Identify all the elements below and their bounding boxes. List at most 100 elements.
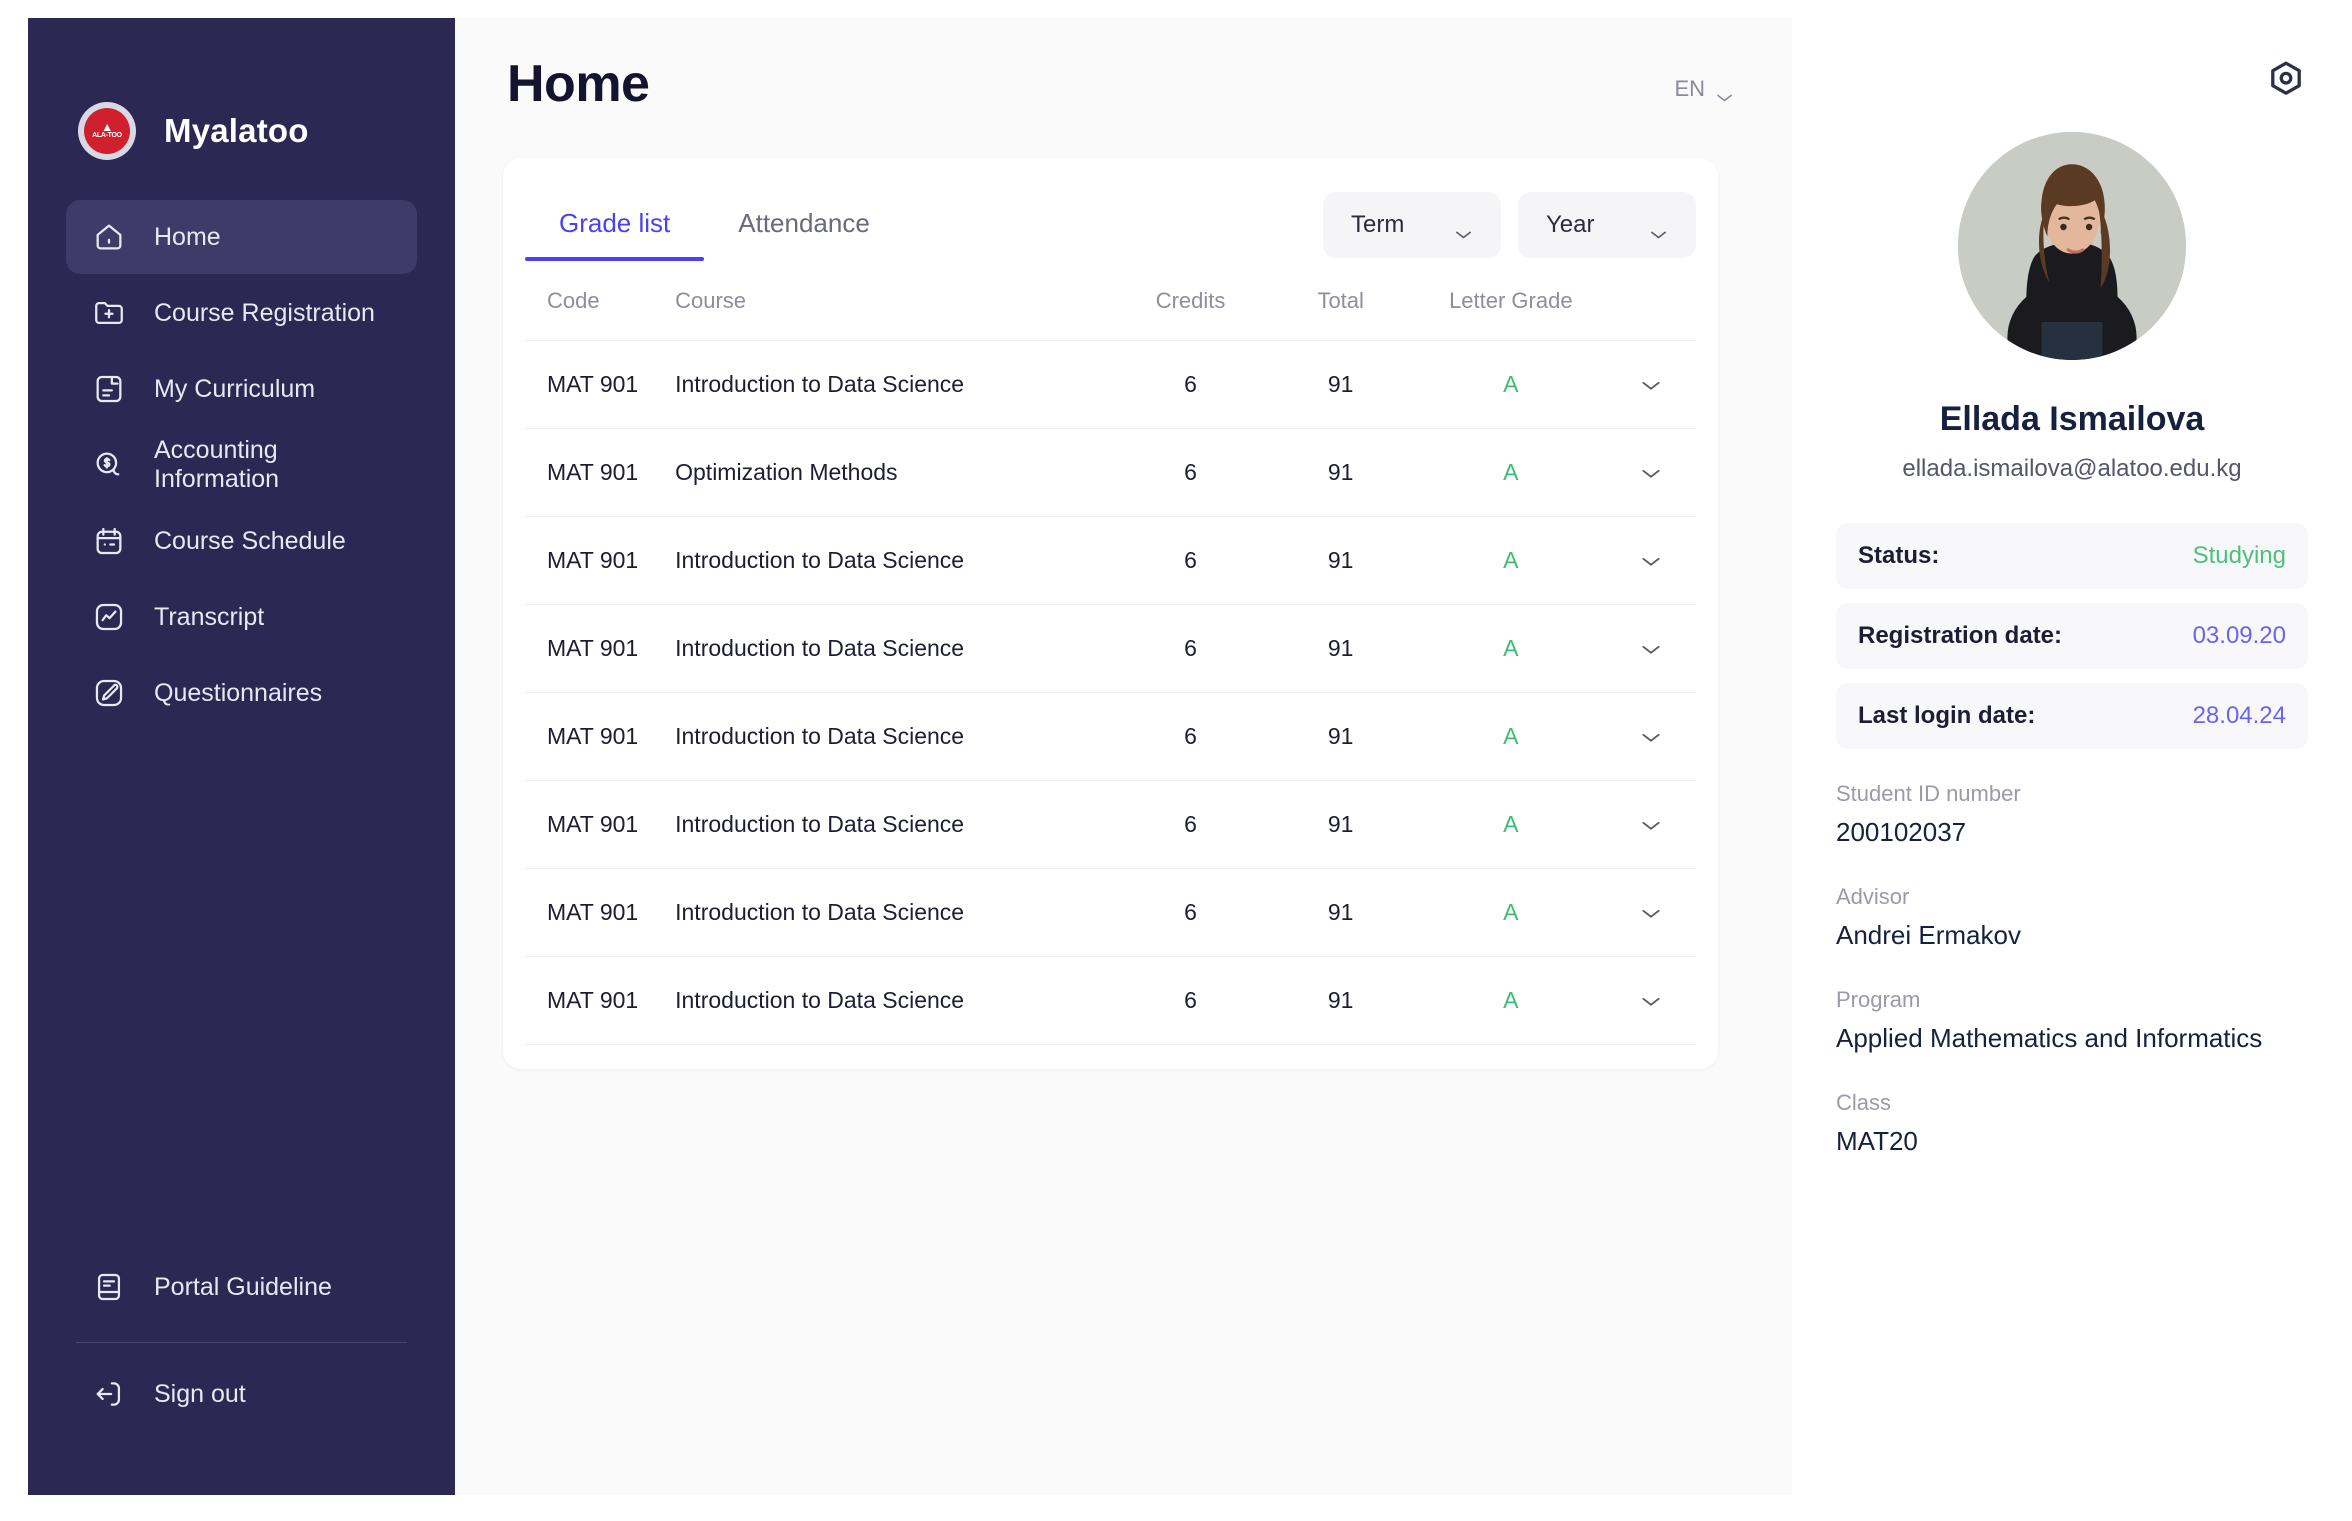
tab-attendance[interactable]: Attendance — [704, 202, 904, 261]
chevron-down-icon[interactable] — [1640, 811, 1662, 837]
grade-card: Grade list Attendance Term Year — [503, 158, 1718, 1069]
university-crest-logo: ▲ ALA-TOO — [78, 102, 136, 160]
cell-course: Introduction to Data Science — [675, 869, 1115, 957]
profile-email: ellada.ismailova@alatoo.edu.kg — [1836, 455, 2308, 483]
sidebar-item-home[interactable]: Home — [66, 200, 417, 274]
language-selector[interactable]: EN — [1674, 76, 1734, 102]
cell-course: Optimization Methods — [675, 429, 1115, 517]
cell-course: Introduction to Data Science — [675, 517, 1115, 605]
cell-total: 91 — [1266, 341, 1416, 429]
sidebar-bottom-nav: Portal Guideline Sign out — [66, 1250, 417, 1495]
status-value: Studying — [2193, 542, 2286, 570]
cell-code: MAT 901 — [525, 869, 675, 957]
table-row[interactable]: MAT 901Introduction to Data Science691A — [525, 957, 1696, 1045]
sidebar-item-label: Accounting Information — [154, 436, 391, 494]
detail-field: ClassMAT20 — [1836, 1090, 2308, 1157]
status-list: Status:StudyingRegistration date:03.09.2… — [1836, 523, 2308, 749]
folder-plus-icon — [92, 296, 126, 330]
column-header-total: Total — [1266, 270, 1416, 341]
status-row: Status:Studying — [1836, 523, 2308, 589]
chevron-down-icon[interactable] — [1640, 723, 1662, 749]
cell-letter-grade: A — [1503, 459, 1518, 485]
chevron-down-icon — [1649, 220, 1668, 231]
cell-course: Introduction to Data Science — [675, 341, 1115, 429]
sidebar-item-label: Portal Guideline — [154, 1273, 332, 1302]
chevron-down-icon[interactable] — [1640, 459, 1662, 485]
table-header-row: Code Course Credits Total Letter Grade — [525, 270, 1696, 341]
chevron-down-icon[interactable] — [1640, 635, 1662, 661]
chevron-down-icon[interactable] — [1640, 371, 1662, 397]
cell-credits: 6 — [1116, 957, 1266, 1045]
sidebar-item-accounting-information[interactable]: Accounting Information — [66, 428, 417, 502]
cell-credits: 6 — [1116, 869, 1266, 957]
year-select-label: Year — [1546, 211, 1595, 239]
table-row[interactable]: MAT 901Introduction to Data Science691A — [525, 605, 1696, 693]
cell-code: MAT 901 — [525, 693, 675, 781]
settings-row — [1836, 58, 2308, 102]
detail-value: Andrei Ermakov — [1836, 920, 2308, 951]
cell-code: MAT 901 — [525, 605, 675, 693]
cell-course: Introduction to Data Science — [675, 605, 1115, 693]
sidebar-item-course-registration[interactable]: Course Registration — [66, 276, 417, 350]
cell-total: 91 — [1266, 605, 1416, 693]
sidebar-item-label: My Curriculum — [154, 375, 315, 404]
detail-value: 200102037 — [1836, 817, 2308, 848]
cell-total: 91 — [1266, 957, 1416, 1045]
grade-table: Code Course Credits Total Letter Grade M… — [525, 270, 1696, 1045]
pencil-edit-icon — [92, 676, 126, 710]
cell-code: MAT 901 — [525, 781, 675, 869]
cell-letter-grade: A — [1503, 547, 1518, 573]
sidebar-item-label: Course Schedule — [154, 527, 346, 556]
detail-value: MAT20 — [1836, 1126, 2308, 1157]
sidebar-item-my-curriculum[interactable]: My Curriculum — [66, 352, 417, 426]
year-select[interactable]: Year — [1518, 192, 1696, 258]
table-row[interactable]: MAT 901Optimization Methods691A — [525, 429, 1696, 517]
sidebar-item-course-schedule[interactable]: Course Schedule — [66, 504, 417, 578]
chevron-down-icon[interactable] — [1640, 987, 1662, 1013]
table-body: MAT 901Introduction to Data Science691AM… — [525, 341, 1696, 1045]
table-row[interactable]: MAT 901Introduction to Data Science691A — [525, 869, 1696, 957]
cell-total: 91 — [1266, 781, 1416, 869]
tab-grade-list[interactable]: Grade list — [525, 202, 704, 261]
student-portrait-avatar — [1958, 132, 2186, 360]
cell-course: Introduction to Data Science — [675, 781, 1115, 869]
sidebar-item-sign-out[interactable]: Sign out — [66, 1357, 417, 1431]
chevron-down-icon — [1715, 84, 1734, 95]
sidebar-item-label: Home — [154, 223, 221, 252]
sidebar-item-portal-guideline[interactable]: Portal Guideline — [66, 1250, 417, 1324]
cell-credits: 6 — [1116, 429, 1266, 517]
cell-code: MAT 901 — [525, 429, 675, 517]
chart-line-icon — [92, 600, 126, 634]
brand-name: Myalatoo — [164, 112, 309, 150]
table-row[interactable]: MAT 901Introduction to Data Science691A — [525, 781, 1696, 869]
sidebar-item-label: Questionnaires — [154, 679, 322, 708]
logo-inner-text: ▲ ALA-TOO — [92, 123, 122, 139]
column-header-letter-grade: Letter Grade — [1416, 270, 1606, 341]
sidebar: ▲ ALA-TOO Myalatoo Home — [28, 18, 455, 1495]
language-label: EN — [1674, 76, 1705, 102]
table-row[interactable]: MAT 901Introduction to Data Science691A — [525, 693, 1696, 781]
detail-label: Student ID number — [1836, 781, 2308, 807]
term-select[interactable]: Term — [1323, 192, 1501, 258]
profile-name: Ellada Ismailova — [1836, 400, 2308, 439]
hexagon-settings-icon[interactable] — [2264, 58, 2308, 102]
sidebar-nav: Home Course Registration — [66, 200, 417, 732]
table-row[interactable]: MAT 901Introduction to Data Science691A — [525, 341, 1696, 429]
cell-credits: 6 — [1116, 517, 1266, 605]
cell-credits: 6 — [1116, 781, 1266, 869]
status-value: 28.04.24 — [2193, 702, 2286, 730]
sidebar-item-questionnaires[interactable]: Questionnaires — [66, 656, 417, 730]
table-row[interactable]: MAT 901Introduction to Data Science691A — [525, 517, 1696, 605]
chevron-down-icon[interactable] — [1640, 899, 1662, 925]
status-key: Last login date: — [1858, 702, 2035, 730]
cell-letter-grade: A — [1503, 635, 1518, 661]
status-key: Registration date: — [1858, 622, 2062, 650]
sidebar-item-transcript[interactable]: Transcript — [66, 580, 417, 654]
sidebar-divider — [76, 1342, 407, 1343]
dollar-coin-icon — [92, 448, 126, 482]
sidebar-item-label: Course Registration — [154, 299, 375, 328]
cell-code: MAT 901 — [525, 957, 675, 1045]
detail-value: Applied Mathematics and Informatics — [1836, 1023, 2308, 1054]
chevron-down-icon[interactable] — [1640, 547, 1662, 573]
sidebar-item-label: Transcript — [154, 603, 264, 632]
